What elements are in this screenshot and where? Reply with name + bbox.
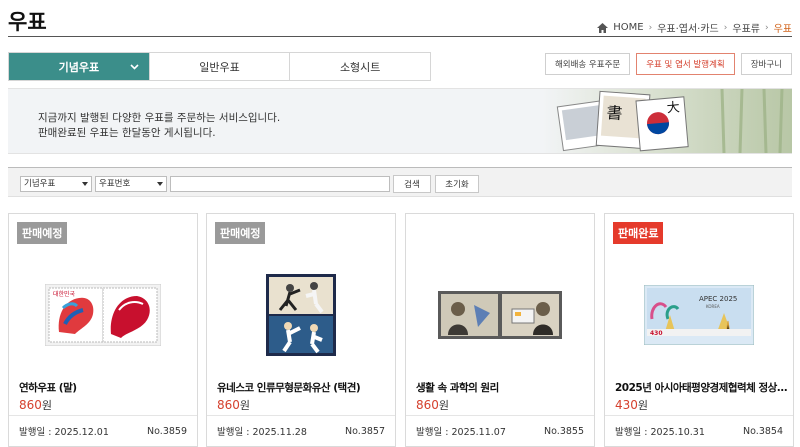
issue-date-label: 발행일 :: [217, 427, 250, 438]
issue-date-value: 2025.11.28: [252, 427, 307, 438]
tab-souvenir-sheet[interactable]: 소형시트: [290, 53, 431, 80]
card-footer: 발행일 : 2025.11.28 No.3857: [207, 415, 395, 446]
breadcrumb-current[interactable]: 우표: [774, 20, 792, 35]
stamp-image-taekkyon: [266, 273, 336, 356]
search-bar: 기념우표 우표번호 검색 초기화: [8, 167, 792, 197]
stamp-card[interactable]: 생활 속 과학의 원리 860원 발행일 : 2025.11.07 No.385…: [405, 213, 595, 447]
category-tabs: 기념우표 일반우표 소형시트: [8, 52, 431, 81]
price-unit: 원: [637, 399, 649, 412]
stamp-number: No.3859: [147, 425, 187, 437]
stamp-number: No.3854: [743, 425, 783, 437]
tab-general[interactable]: 일반우표: [149, 53, 291, 80]
category-select-value: 기념우표: [24, 179, 56, 189]
stamp-denomination: 430: [650, 330, 663, 337]
issue-date: 발행일 : 2025.11.07: [416, 424, 506, 438]
stamp-image-science: [438, 290, 562, 339]
stamp-list: 판매예정 대한민국 연하우표 (말) 860원 발행일 : 2025.12.01…: [8, 213, 794, 447]
dropdown-arrow-icon: [157, 182, 163, 186]
search-input[interactable]: [170, 176, 390, 192]
svg-text:大: 大: [666, 100, 680, 116]
breadcrumb-level1[interactable]: 우표·엽서·카드: [657, 20, 719, 35]
stamp-name[interactable]: 연하우표 (말): [19, 380, 191, 395]
chevron-right-icon: ›: [648, 22, 653, 33]
price-unit: 원: [438, 399, 450, 412]
reset-button[interactable]: 초기화: [435, 175, 479, 193]
issue-date: 발행일 : 2025.10.31: [615, 424, 705, 438]
issue-date-label: 발행일 :: [416, 427, 449, 438]
breadcrumb: HOME › 우표·엽서·카드 › 우표류 › 우표: [597, 20, 792, 35]
category-select[interactable]: 기념우표: [20, 176, 92, 192]
price-value: 860: [217, 398, 240, 412]
search-button[interactable]: 검색: [393, 175, 431, 193]
banner-text: 지금까지 발행된 다양한 우표를 주문하는 서비스입니다. 판매완료된 우표는 …: [38, 111, 280, 141]
stamp-name[interactable]: 2025년 아시아태평양경제협력체 정상...: [615, 380, 787, 395]
stamp-image[interactable]: [406, 252, 594, 377]
issue-date: 발행일 : 2025.12.01: [19, 424, 109, 438]
card-footer: 발행일 : 2025.12.01 No.3859: [9, 415, 197, 446]
tab-label: 소형시트: [339, 60, 381, 74]
field-select[interactable]: 우표번호: [95, 176, 167, 192]
stamp-image-apec: APEC 2025 KOREA 430: [644, 284, 754, 345]
info-banner: 지금까지 발행된 다양한 우표를 주문하는 서비스입니다. 판매완료된 우표는 …: [8, 88, 792, 154]
chevron-right-icon: ›: [764, 22, 769, 33]
breadcrumb-home[interactable]: HOME: [613, 22, 643, 33]
status-badge: 판매예정: [215, 222, 266, 244]
title-divider: [8, 36, 792, 37]
overseas-order-button[interactable]: 해외배송 우표주문: [544, 53, 631, 75]
status-badge: 판매완료: [613, 222, 664, 244]
stamp-card[interactable]: 판매예정 유네스코 인류무형문화유산 (택견) 860원 발행일 : 2025.…: [206, 213, 396, 447]
stamp-name[interactable]: 유네스코 인류무형문화유산 (택견): [217, 380, 389, 395]
tab-commemorative[interactable]: 기념우표: [9, 53, 150, 80]
status-badge: 판매예정: [17, 222, 68, 244]
issue-date-value: 2025.11.07: [451, 427, 506, 438]
stamp-image[interactable]: APEC 2025 KOREA 430: [605, 252, 793, 377]
stamp-card[interactable]: 판매완료 APEC 2025 KOREA 430 2025년 아시아태평양경제협…: [604, 213, 794, 447]
banner-line-1: 지금까지 발행된 다양한 우표를 주문하는 서비스입니다.: [38, 112, 281, 124]
banner-illustration: 書 大: [542, 89, 792, 153]
stamp-apec-text: APEC 2025: [699, 295, 737, 303]
stamp-card[interactable]: 판매예정 대한민국 연하우표 (말) 860원 발행일 : 2025.12.01…: [8, 213, 198, 447]
issue-date-value: 2025.12.01: [54, 427, 109, 438]
home-icon: [597, 22, 609, 33]
stamp-price: 430원: [615, 397, 648, 413]
issue-date: 발행일 : 2025.11.28: [217, 424, 307, 438]
issue-plan-button[interactable]: 우표 및 엽서 발행계획: [636, 53, 735, 75]
stamp-price: 860원: [217, 397, 250, 413]
price-value: 430: [615, 398, 638, 412]
price-value: 860: [416, 398, 439, 412]
stamp-price: 860원: [19, 397, 52, 413]
banner-line-2: 판매완료된 우표는 한달동안 게시됩니다.: [38, 127, 216, 139]
tab-label: 기념우표: [58, 60, 100, 74]
cart-button[interactable]: 장바구니: [740, 53, 792, 75]
issue-date-label: 발행일 :: [19, 427, 52, 438]
card-footer: 발행일 : 2025.11.07 No.3855: [406, 415, 594, 446]
stamp-price: 860원: [416, 397, 449, 413]
tab-label: 일반우표: [199, 60, 240, 74]
stamp-korea-text: KOREA: [706, 304, 720, 309]
price-unit: 원: [41, 399, 53, 412]
svg-text:書: 書: [606, 103, 623, 123]
price-unit: 원: [239, 399, 251, 412]
chevron-down-icon: [130, 64, 139, 70]
svg-text:대한민국: 대한민국: [53, 290, 76, 298]
issue-date-value: 2025.10.31: [650, 427, 705, 438]
field-select-value: 우표번호: [99, 179, 131, 189]
dropdown-arrow-icon: [82, 182, 88, 186]
page-title: 우표: [8, 10, 47, 34]
breadcrumb-level2[interactable]: 우표류: [732, 20, 760, 35]
stamp-number: No.3855: [544, 425, 584, 437]
issue-date-label: 발행일 :: [615, 427, 648, 438]
top-button-group: 해외배송 우표주문 우표 및 엽서 발행계획 장바구니: [544, 53, 792, 75]
stamp-image-horse: 대한민국: [45, 283, 161, 346]
chevron-right-icon: ›: [723, 22, 728, 33]
card-footer: 발행일 : 2025.10.31 No.3854: [605, 415, 793, 446]
stamp-number: No.3857: [345, 425, 385, 437]
stamp-image[interactable]: 대한민국: [9, 252, 197, 377]
price-value: 860: [19, 398, 42, 412]
stamp-image[interactable]: [207, 252, 395, 377]
stamp-name[interactable]: 생활 속 과학의 원리: [416, 380, 588, 395]
